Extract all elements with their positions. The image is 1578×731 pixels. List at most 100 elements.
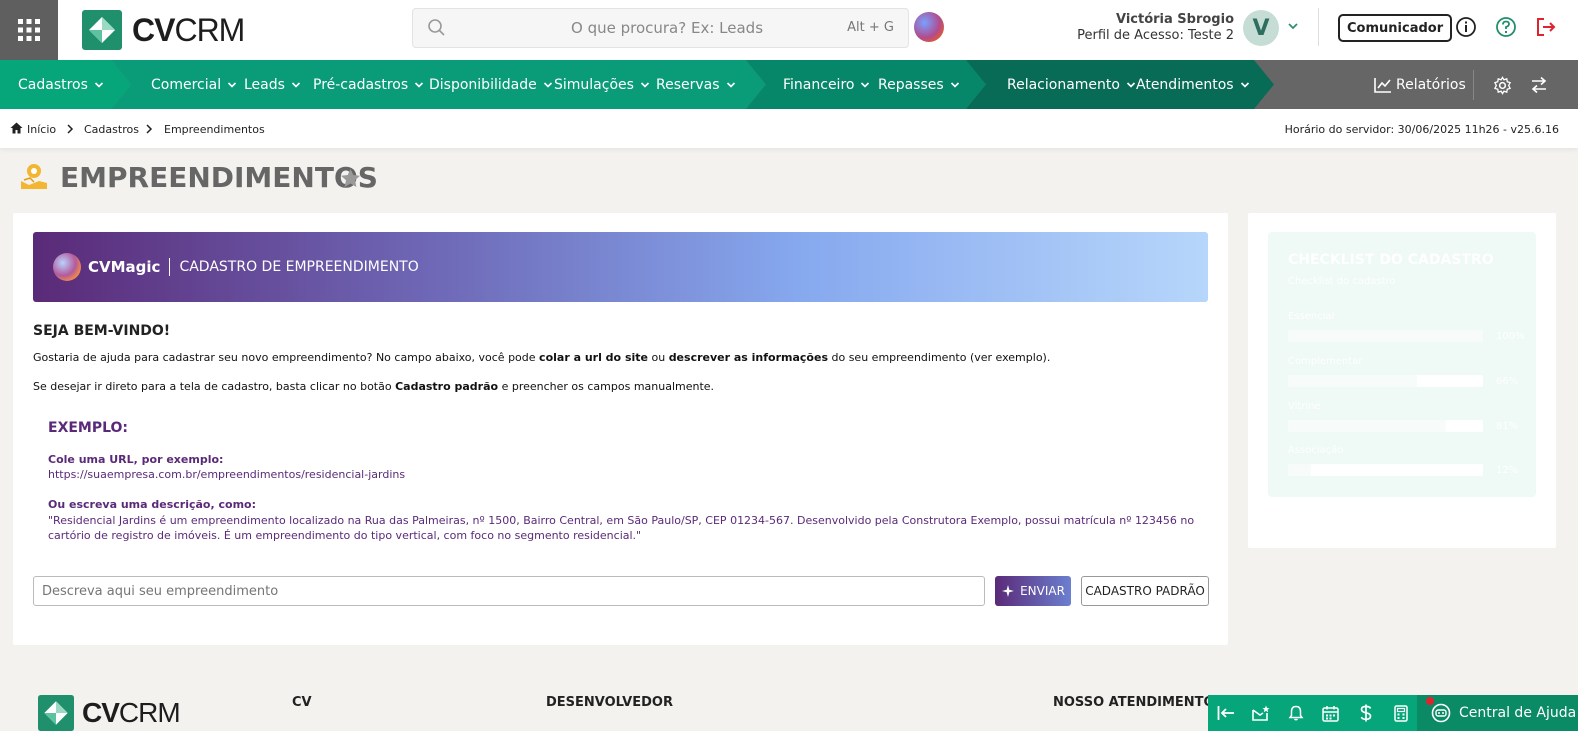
checklist-progress-bar — [1288, 330, 1483, 342]
welcome-heading: SEJA BEM-VINDO! — [33, 323, 171, 339]
logout-icon[interactable] — [1535, 16, 1557, 38]
communicator-button[interactable]: Comunicador — [1338, 14, 1453, 42]
bell-icon[interactable] — [1278, 695, 1313, 731]
logo-text-light: CRM — [118, 697, 181, 728]
user-profile: Perfil de Acesso: Teste 2 — [1077, 28, 1234, 43]
main-nav: Cadastros Comercial Leads Pré-cadastros … — [0, 60, 1578, 109]
nav-label: Simulações — [554, 76, 634, 93]
nav-comercial[interactable]: Comercial — [151, 60, 237, 109]
checklist-item-label: Essencial — [1288, 311, 1335, 322]
top-bar: CVCRM O que procura? Ex: Leads Alt + G V… — [0, 0, 1578, 60]
nav-pre-cadastros[interactable]: Pré-cadastros — [313, 60, 424, 109]
breadcrumb-home[interactable]: Início — [27, 123, 56, 136]
cvcrm-logo-icon — [38, 695, 74, 731]
help-center-button[interactable]: Central de Ajuda — [1417, 695, 1578, 731]
nav-repasses[interactable]: Repasses — [878, 60, 960, 109]
nav-financeiro[interactable]: Financeiro — [783, 60, 870, 109]
checklist-progress-bar — [1288, 464, 1483, 476]
nav-relatorios[interactable]: Relatórios — [1372, 60, 1466, 109]
cvcrm-logo[interactable]: CVCRM — [82, 10, 245, 50]
chevron-down-icon — [94, 81, 103, 88]
example-desc-value: "Residencial Jardins é um empreendimento… — [48, 514, 1195, 542]
home-icon[interactable] — [10, 122, 23, 134]
calendar-icon[interactable] — [1313, 695, 1348, 731]
swap-icon[interactable] — [1530, 76, 1548, 94]
search-shortcut: Alt + G — [847, 20, 894, 35]
breadcrumb-cadastros[interactable]: Cadastros — [84, 123, 139, 136]
global-search[interactable]: O que procura? Ex: Leads Alt + G — [412, 8, 909, 48]
checklist-progress-bar — [1288, 375, 1483, 387]
example-heading: EXEMPLO: — [48, 420, 129, 436]
nav-label: Leads — [244, 76, 285, 93]
welcome-paragraph-1: Gostaria de ajuda para cadastrar seu nov… — [33, 351, 1050, 364]
user-name: Victória Sbrogio — [1115, 12, 1234, 27]
mail-star-icon[interactable] — [1243, 695, 1278, 731]
logo-text-bold: CV — [132, 11, 175, 48]
chevron-down-icon — [543, 81, 552, 88]
checklist-item-label: Associação — [1288, 445, 1344, 456]
nav-label: Relacionamento — [1007, 76, 1120, 93]
collapse-left-icon[interactable] — [1208, 695, 1243, 731]
nav-label: Relatórios — [1396, 76, 1466, 93]
chat-bot-icon — [1431, 703, 1451, 723]
sparkle-icon — [1002, 585, 1015, 597]
user-info[interactable]: Victória Sbrogio Perfil de Acesso: Teste… — [1077, 12, 1234, 44]
cvmagic-orb-icon — [53, 253, 81, 281]
chevron-right-icon — [67, 124, 74, 134]
text-bold: Cadastro padrão — [395, 380, 499, 393]
chevron-down-icon — [228, 81, 237, 88]
gear-icon[interactable] — [1493, 76, 1512, 95]
star-icon[interactable] — [340, 168, 361, 188]
nav-simulacoes[interactable]: Simulações — [554, 60, 650, 109]
nav-label: Financeiro — [783, 76, 855, 93]
checklist-item-label: Complementar — [1288, 356, 1363, 367]
search-icon — [428, 19, 445, 36]
chevron-down-icon — [640, 81, 650, 88]
progress-fill — [1288, 375, 1417, 387]
divider — [1473, 70, 1474, 100]
text: ou — [647, 351, 669, 364]
dollar-icon[interactable] — [1348, 695, 1383, 731]
example-url-label: Cole uma URL, por exemplo: — [48, 453, 224, 466]
send-button[interactable]: ENVIAR — [995, 576, 1071, 606]
checklist-item-percent: 12% — [1496, 465, 1519, 476]
progress-fill — [1288, 330, 1483, 342]
cvmagic-orb-icon[interactable] — [914, 12, 944, 42]
nav-relacionamento[interactable]: Relacionamento — [1007, 60, 1136, 109]
example-desc-label: Ou escreva uma descrição, como: — [48, 498, 256, 511]
standard-register-button[interactable]: CADASTRO PADRÃO — [1081, 576, 1209, 606]
chevron-down-icon — [950, 81, 959, 88]
search-placeholder: O que procura? Ex: Leads — [571, 19, 764, 37]
progress-fill — [1288, 420, 1446, 432]
chevron-down-icon — [291, 81, 301, 88]
nav-disponibilidade[interactable]: Disponibilidade — [429, 60, 553, 109]
checklist-item-percent: 81% — [1496, 421, 1519, 432]
description-input[interactable] — [33, 576, 985, 606]
welcome-paragraph-2: Se desejar ir direto para a tela de cada… — [33, 380, 714, 393]
nav-reservas[interactable]: Reservas — [656, 60, 736, 109]
nav-cadastros[interactable]: Cadastros — [18, 60, 104, 109]
chevron-right-icon — [146, 124, 153, 134]
building-hand-icon — [21, 164, 47, 189]
info-icon[interactable] — [1455, 16, 1477, 38]
nav-atendimentos[interactable]: Atendimentos — [1136, 60, 1250, 109]
progress-fill — [1288, 464, 1312, 476]
send-label: ENVIAR — [1020, 584, 1065, 598]
checklist-card: CHECKLIST DO CADASTRO Checklist do cadas… — [1268, 232, 1536, 497]
logo-text-light: CRM — [174, 11, 245, 48]
text: Se desejar ir direto para a tela de cada… — [33, 380, 396, 393]
avatar[interactable]: V — [1243, 10, 1279, 46]
chevron-down-icon — [726, 81, 735, 88]
footer-logo: CVCRM — [38, 695, 181, 731]
checklist-progress-bar — [1288, 420, 1483, 432]
chevron-down-icon[interactable] — [1287, 20, 1299, 32]
calculator-icon[interactable] — [1383, 695, 1418, 731]
nav-label: Comercial — [151, 76, 222, 93]
nav-leads[interactable]: Leads — [244, 60, 301, 109]
checklist-item-percent: 66% — [1496, 376, 1519, 387]
apps-grid-icon[interactable] — [0, 0, 58, 60]
help-icon[interactable] — [1495, 16, 1517, 38]
help-center-label: Central de Ajuda — [1459, 705, 1577, 721]
cvmagic-banner: CVMagic CADASTRO DE EMPREENDIMENTO — [33, 232, 1208, 302]
nav-label: Pré-cadastros — [313, 76, 409, 93]
